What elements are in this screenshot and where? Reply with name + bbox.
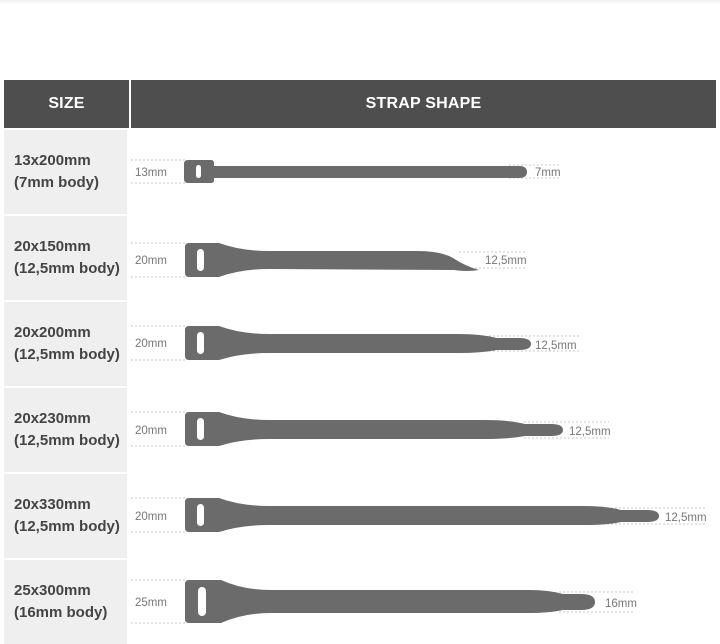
size-value: 20x150mm	[14, 238, 91, 255]
strap-size-table: SIZE STRAP SHAPE 13x200mm (7mm body) 13m…	[4, 80, 716, 644]
strap-slot	[197, 504, 204, 526]
strap-shape-cell: 13mm 7mm	[129, 130, 716, 214]
head-width-label: 20mm	[135, 255, 167, 267]
tail-width-label: 12,5mm	[485, 255, 527, 267]
body-width: (16mm body)	[14, 604, 108, 621]
body-width: (12,5mm body)	[14, 518, 120, 535]
strap-shape-cell: 25mm 16mm	[129, 560, 716, 644]
strap-diagram-20x230: 20mm 12,5mm	[131, 411, 611, 447]
strap-slot	[198, 587, 206, 616]
head-width-label: 20mm	[135, 425, 167, 437]
strap-shape-cell: 20mm 12,5mm	[129, 474, 716, 558]
strap-shape-cell: 20mm 12,5mm	[129, 216, 716, 300]
strap-slot	[197, 418, 204, 440]
head-width-label: 20mm	[135, 338, 167, 350]
top-divider	[0, 0, 720, 5]
strap-slot	[197, 332, 204, 354]
size-value: 20x230mm	[14, 410, 91, 427]
table-row: 25x300mm (16mm body) 25mm 16mm	[4, 558, 716, 644]
size-column-header: SIZE	[4, 80, 131, 128]
tail-width-label: 7mm	[535, 167, 561, 179]
size-cell: 25x300mm (16mm body)	[4, 560, 129, 644]
size-value: 13x200mm	[14, 152, 91, 169]
tail-width-label: 12,5mm	[535, 340, 577, 352]
table-header: SIZE STRAP SHAPE	[4, 80, 716, 128]
size-cell: 20x330mm (12,5mm body)	[4, 474, 129, 558]
size-value: 20x330mm	[14, 496, 91, 513]
size-value: 20x200mm	[14, 324, 91, 341]
strap-shape-cell: 20mm 12,5mm	[129, 388, 716, 472]
strap-slot	[197, 249, 204, 271]
body-width: (12,5mm body)	[14, 432, 120, 449]
size-cell: 20x150mm (12,5mm body)	[4, 216, 129, 300]
head-width-label: 13mm	[135, 167, 167, 179]
strap-diagram-20x150: 20mm 12,5mm	[131, 242, 527, 278]
strap-shape	[185, 326, 531, 360]
tail-width-label: 12,5mm	[569, 426, 611, 438]
table-row: 20x230mm (12,5mm body) 20mm 12,5mm	[4, 386, 716, 472]
strap-shape	[185, 498, 659, 532]
strap-shape-column-header: STRAP SHAPE	[365, 95, 482, 112]
tail-width-label: 16mm	[605, 598, 637, 610]
table-row: 20x330mm (12,5mm body) 20mm 12,5mm	[4, 472, 716, 558]
strap-diagram-20x330: 20mm 12,5mm	[131, 497, 707, 533]
size-value: 25x300mm	[14, 582, 91, 599]
strap-shape	[185, 412, 563, 446]
table-row: 20x200mm (12,5mm body) 20mm 12,5mm	[4, 300, 716, 386]
size-cell: 13x200mm (7mm body)	[4, 130, 129, 214]
table-row: 13x200mm (7mm body) 13mm 7mm	[4, 128, 716, 214]
strap-diagram-20x200: 20mm 12,5mm	[131, 325, 579, 361]
strap-shape	[185, 580, 595, 623]
size-cell: 20x230mm (12,5mm body)	[4, 388, 129, 472]
body-width: (12,5mm body)	[14, 260, 120, 277]
body-width: (12,5mm body)	[14, 346, 120, 363]
size-cell: 20x200mm (12,5mm body)	[4, 302, 129, 386]
strap-shape	[185, 243, 479, 277]
strap-diagram-13x200: 13mm 7mm	[131, 159, 561, 184]
strap-shape	[184, 160, 527, 183]
tail-width-label: 12,5mm	[665, 512, 707, 524]
head-width-label: 25mm	[135, 597, 167, 609]
strap-slot	[196, 165, 201, 178]
table-row: 20x150mm (12,5mm body) 20mm 12,5mm	[4, 214, 716, 300]
head-width-label: 20mm	[135, 511, 167, 523]
body-width: (7mm body)	[14, 174, 100, 191]
strap-shape-cell: 20mm 12,5mm	[129, 302, 716, 386]
strap-diagram-25x300: 25mm 16mm	[131, 579, 637, 624]
